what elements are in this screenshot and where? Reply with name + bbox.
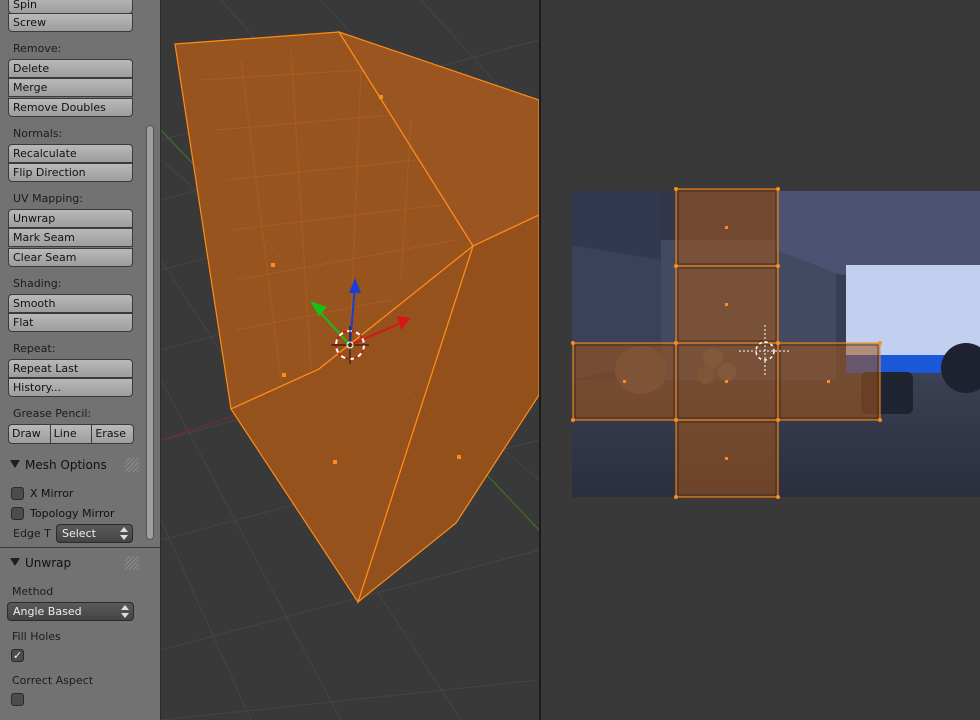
clear-seam-button[interactable]: Clear Seam (8, 248, 133, 267)
topology-mirror-row[interactable]: Topology Mirror (11, 505, 114, 521)
dropdown-arrows-icon (121, 605, 129, 618)
3d-viewport[interactable] (161, 0, 539, 720)
method-value: Angle Based (13, 605, 82, 618)
mesh-options-header[interactable]: Mesh Options (0, 455, 145, 477)
fill-holes-row[interactable]: ✓ (11, 647, 30, 663)
tool-shelf: Spin Screw Remove: Delete Merge Remove D… (0, 0, 161, 720)
flat-button[interactable]: Flat (8, 313, 133, 332)
mark-seam-button[interactable]: Mark Seam (8, 228, 133, 247)
method-dropdown[interactable]: Angle Based (7, 602, 134, 621)
dropdown-arrows-icon (120, 527, 128, 540)
history-button[interactable]: History... (8, 378, 133, 397)
fill-holes-checkbox[interactable]: ✓ (11, 648, 24, 662)
x-mirror-checkbox[interactable] (11, 486, 24, 500)
line-button[interactable]: Line (50, 424, 93, 444)
unwrap-panel-header[interactable]: Unwrap (0, 553, 145, 575)
recalculate-button[interactable]: Recalculate (8, 144, 133, 163)
normals-section-label: Normals: (13, 127, 63, 140)
repeat-last-button[interactable]: Repeat Last (8, 359, 133, 378)
spin-button[interactable]: Spin (8, 0, 133, 14)
fill-holes-label: Fill Holes (12, 630, 61, 643)
draw-button[interactable]: Draw (8, 424, 51, 444)
screw-button[interactable]: Screw (8, 13, 133, 32)
panel-grip-icon[interactable] (125, 458, 139, 472)
uv-image-editor[interactable] (541, 0, 980, 720)
panel-divider (0, 547, 160, 548)
topology-mirror-checkbox[interactable] (11, 506, 24, 520)
grease-pencil-buttons: Draw Line Erase (8, 424, 135, 444)
uv-mapping-section-label: UV Mapping: (13, 192, 83, 205)
tool-shelf-scrollbar[interactable] (145, 0, 155, 545)
grease-pencil-section-label: Grease Pencil: (13, 407, 92, 420)
method-label: Method (12, 585, 54, 598)
topology-mirror-label: Topology Mirror (30, 506, 115, 520)
merge-button[interactable]: Merge (8, 78, 133, 97)
uv-editor-canvas[interactable] (541, 0, 980, 720)
x-mirror-row[interactable]: X Mirror (11, 485, 73, 501)
edge-select-value: Select (62, 527, 96, 540)
mesh-options-title: Mesh Options (25, 458, 107, 472)
unwrap-button[interactable]: Unwrap (8, 209, 133, 228)
shading-section-label: Shading: (13, 277, 62, 290)
scrollbar-thumb[interactable] (146, 125, 154, 540)
triangle-down-icon (10, 558, 20, 566)
remove-section-label: Remove: (13, 42, 62, 55)
triangle-down-icon (10, 460, 20, 468)
repeat-section-label: Repeat: (13, 342, 56, 355)
flip-direction-button[interactable]: Flip Direction (8, 163, 133, 182)
panel-grip-icon[interactable] (125, 556, 139, 570)
correct-aspect-label: Correct Aspect (12, 674, 94, 687)
smooth-button[interactable]: Smooth (8, 294, 133, 313)
unwrap-panel-title: Unwrap (25, 556, 72, 570)
correct-aspect-row[interactable] (11, 691, 30, 707)
remove-doubles-button[interactable]: Remove Doubles (8, 98, 133, 117)
edge-select-dropdown[interactable]: Select (56, 524, 133, 543)
correct-aspect-checkbox[interactable] (11, 692, 24, 706)
delete-button[interactable]: Delete (8, 59, 133, 78)
3d-viewport-canvas[interactable] (161, 0, 539, 720)
edge-t-label: Edge T (13, 527, 51, 540)
erase-button[interactable]: Erase (92, 424, 135, 444)
x-mirror-label: X Mirror (30, 486, 74, 500)
